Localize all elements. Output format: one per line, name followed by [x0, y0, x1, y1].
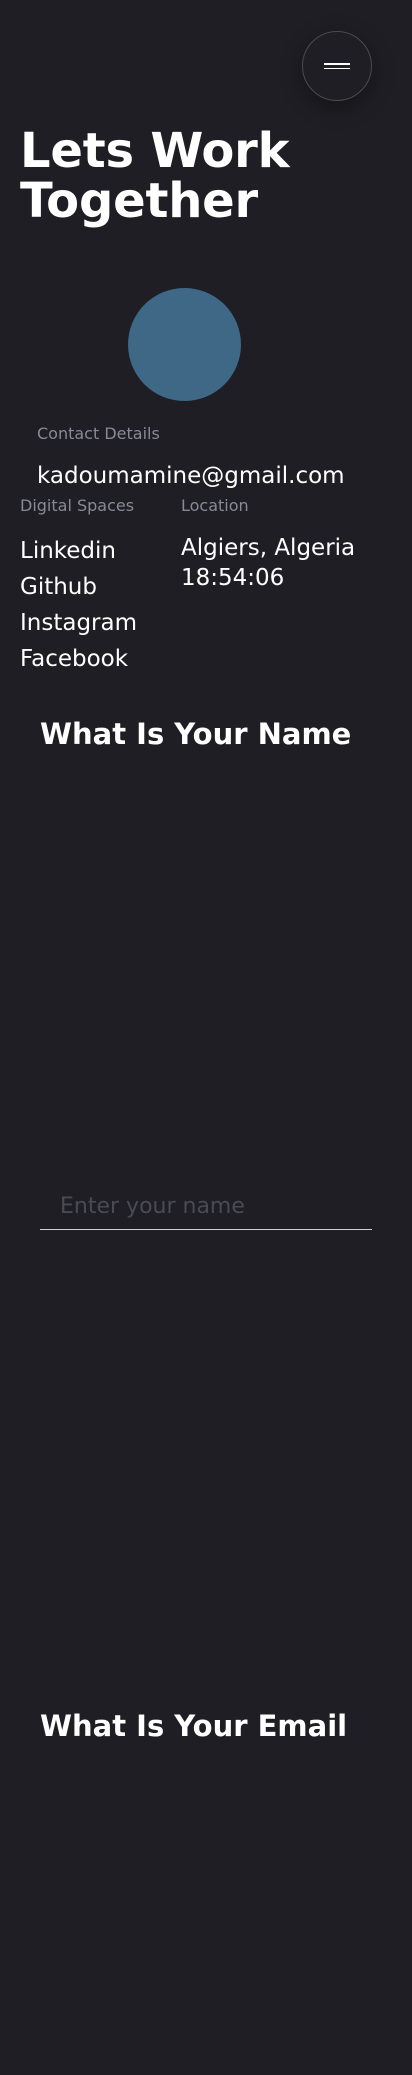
email-link[interactable]: kadoumamine@gmail.com	[37, 462, 345, 490]
social-link-instagram[interactable]: Instagram	[20, 605, 137, 641]
name-input[interactable]	[40, 1190, 372, 1230]
digital-spaces-label: Digital Spaces	[20, 496, 135, 515]
location-city: Algiers, Algeria	[181, 535, 356, 561]
local-time: 18:54:06	[181, 565, 285, 591]
social-link-linkedin[interactable]: Linkedin	[20, 533, 137, 569]
contact-details-label: Contact Details	[37, 424, 160, 443]
avatar	[128, 288, 241, 401]
social-link-github[interactable]: Github	[20, 569, 137, 605]
location-block: Algiers, Algeria 18:54:06	[181, 533, 355, 593]
menu-button[interactable]	[302, 31, 372, 101]
social-links-list: Linkedin Github Instagram Facebook	[20, 533, 137, 677]
location-label: Location	[181, 496, 249, 515]
name-question-heading: What Is Your Name	[40, 717, 352, 751]
hamburger-icon	[324, 63, 350, 69]
page-title: Lets Work Together	[20, 123, 290, 229]
social-link-facebook[interactable]: Facebook	[20, 641, 137, 677]
email-question-heading: What Is Your Email	[40, 1709, 348, 1743]
